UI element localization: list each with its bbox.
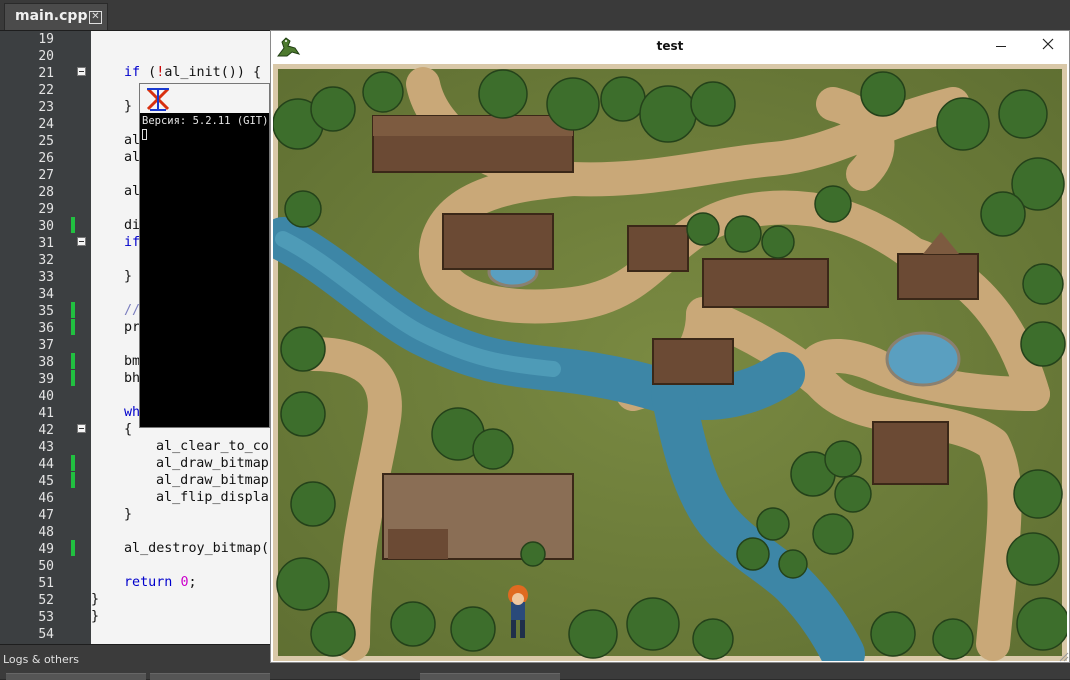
code-line-53: } bbox=[91, 609, 100, 624]
code-line-41: wh bbox=[124, 405, 141, 420]
change-marker bbox=[71, 370, 75, 386]
console-window[interactable]: Версия: 5.2.11 (GIT) bbox=[139, 83, 270, 428]
tab-main-cpp[interactable]: main.cpp ✕ bbox=[4, 3, 108, 30]
game-window[interactable]: test bbox=[270, 30, 1070, 663]
code-line-36: pr bbox=[124, 320, 141, 335]
line-number: 45 bbox=[38, 474, 54, 489]
line-number: 52 bbox=[38, 593, 54, 608]
tab-label: main.cpp bbox=[15, 8, 88, 24]
logs-tab[interactable] bbox=[420, 673, 560, 680]
line-number: 28 bbox=[38, 185, 54, 200]
console-titlebar[interactable] bbox=[140, 84, 269, 113]
line-number: 40 bbox=[38, 389, 54, 404]
line-number: 38 bbox=[38, 355, 54, 370]
code-line-46: al_flip_displa bbox=[156, 490, 269, 505]
resize-grip-icon[interactable] bbox=[1057, 650, 1069, 662]
change-marker bbox=[71, 302, 75, 318]
minimize-icon[interactable] bbox=[996, 46, 1006, 47]
code-line-25: al bbox=[124, 133, 141, 148]
line-number: 37 bbox=[38, 338, 54, 353]
close-tab-icon[interactable]: ✕ bbox=[89, 11, 102, 24]
logs-tab[interactable] bbox=[6, 673, 146, 680]
line-number: 54 bbox=[38, 627, 54, 642]
line-number: 53 bbox=[38, 610, 54, 625]
code-line-30: di bbox=[124, 218, 141, 233]
logs-tab[interactable] bbox=[150, 673, 270, 680]
code-line-47: } bbox=[124, 507, 133, 522]
code-line-26: al bbox=[124, 150, 141, 165]
line-number: 25 bbox=[38, 134, 54, 149]
line-number: 23 bbox=[38, 100, 54, 115]
line-number: 49 bbox=[38, 542, 54, 557]
line-number: 20 bbox=[38, 49, 54, 64]
allegro-x-icon bbox=[146, 87, 170, 111]
change-marker bbox=[71, 353, 75, 369]
line-number: 32 bbox=[38, 253, 54, 268]
code-line-49: al_destroy_bitmap( bbox=[124, 541, 270, 556]
code-line-38: bm bbox=[124, 354, 141, 369]
line-number: 44 bbox=[38, 457, 54, 472]
line-number-gutter: 19 20 21 22 23 24 25 26 27 28 29 30 31 32 33 34 35 36 37 38… bbox=[0, 31, 91, 644]
line-number: 50 bbox=[38, 559, 54, 574]
change-marker bbox=[71, 540, 75, 556]
change-marker bbox=[71, 217, 75, 233]
console-version-text: Версия: 5.2.11 (GIT) bbox=[142, 115, 269, 127]
line-number: 51 bbox=[38, 576, 54, 591]
code-line-45: al_draw_bitmap bbox=[156, 473, 269, 488]
code-line-42: { bbox=[124, 422, 133, 437]
line-number: 27 bbox=[38, 168, 54, 183]
line-number: 42 bbox=[38, 423, 54, 438]
code-line-33: } bbox=[124, 269, 133, 284]
code-line-39: bh bbox=[124, 371, 141, 386]
line-number: 30 bbox=[38, 219, 54, 234]
line-number: 31 bbox=[38, 236, 54, 251]
code-line-43: al_clear_to_co bbox=[156, 439, 269, 454]
line-number: 41 bbox=[38, 406, 54, 421]
fold-toggle-icon[interactable] bbox=[77, 67, 86, 76]
line-number: 24 bbox=[38, 117, 54, 132]
line-number: 36 bbox=[38, 321, 54, 336]
logs-panel-label[interactable]: Logs & others bbox=[3, 653, 79, 666]
game-window-titlebar[interactable]: test bbox=[271, 31, 1069, 62]
line-number: 22 bbox=[38, 83, 54, 98]
code-line-51: return 0; bbox=[124, 575, 197, 590]
line-number: 43 bbox=[38, 440, 54, 455]
line-number: 46 bbox=[38, 491, 54, 506]
line-number: 21 bbox=[38, 66, 54, 81]
line-number: 39 bbox=[38, 372, 54, 387]
console-cursor bbox=[142, 129, 147, 140]
code-line-28: al bbox=[124, 184, 141, 199]
change-marker bbox=[71, 455, 75, 471]
game-window-title: test bbox=[656, 39, 684, 53]
fold-toggle-icon[interactable] bbox=[77, 237, 86, 246]
code-line-44: al_draw_bitmap bbox=[156, 456, 269, 471]
fold-toggle-icon[interactable] bbox=[77, 424, 86, 433]
line-number: 29 bbox=[38, 202, 54, 217]
line-number: 33 bbox=[38, 270, 54, 285]
code-line-35: // bbox=[124, 303, 141, 318]
code-line-21: if (!al_init()) { bbox=[124, 65, 262, 80]
change-marker bbox=[71, 472, 75, 488]
code-line-31: if bbox=[124, 235, 141, 250]
line-number: 47 bbox=[38, 508, 54, 523]
code-line-52: } bbox=[91, 592, 100, 607]
code-line-23: } bbox=[124, 99, 133, 114]
pond bbox=[885, 331, 961, 387]
line-number: 34 bbox=[38, 287, 54, 302]
line-number: 35 bbox=[38, 304, 54, 319]
close-icon[interactable] bbox=[1041, 37, 1055, 51]
editor-tab-bar: main.cpp ✕ bbox=[0, 0, 1070, 31]
change-marker bbox=[71, 319, 75, 335]
line-number: 48 bbox=[38, 525, 54, 540]
game-map-canvas[interactable] bbox=[273, 64, 1067, 661]
line-number: 26 bbox=[38, 151, 54, 166]
line-number: 19 bbox=[38, 32, 54, 47]
village-map bbox=[273, 64, 1067, 661]
